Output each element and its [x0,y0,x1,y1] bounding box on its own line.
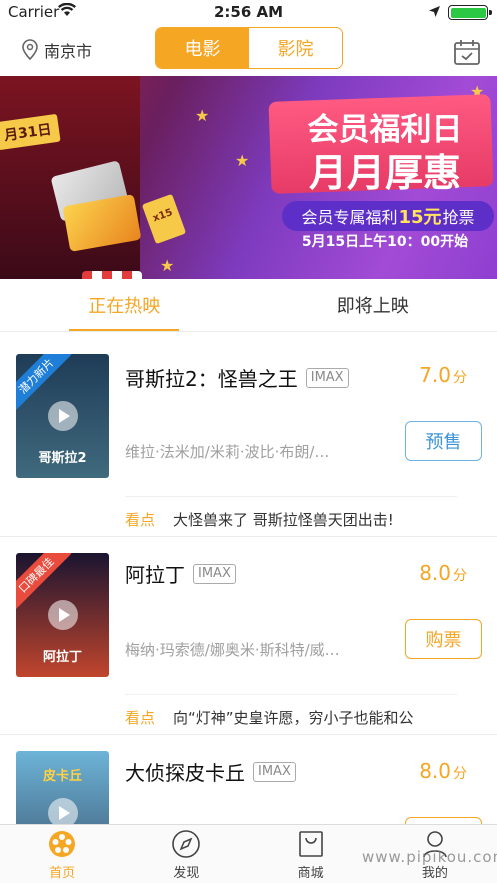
buy-ticket-button[interactable] [405,817,482,824]
highlight-text: 大怪兽来了 哥斯拉怪兽天团出击! [173,511,394,529]
movie-title: 阿拉丁 IMAX [125,559,236,588]
buy-ticket-button[interactable]: 购票 [405,619,482,659]
movie-poster[interactable]: 潜力新片 哥斯拉2 [16,354,109,478]
category-segmented-control: 电影 影院 [155,27,343,69]
popcorn-graphic [82,271,142,279]
tab-home[interactable]: 首页 [0,825,124,883]
movie-title-text: 阿拉丁 [125,563,185,587]
movie-title: 大侦探皮卡丘 IMAX [125,757,296,786]
movie-highlight: 看点 向“灯神”史皇许愿，穷小子也能和公 [125,694,457,728]
tab-coming-soon[interactable]: 即将上映 [249,279,497,331]
watermark: www.pipikou.com [362,848,497,866]
tab-discover[interactable]: 发现 [124,825,248,883]
shopping-bag-icon [298,831,323,857]
star-icon: ★ [160,256,175,275]
tab-now-showing[interactable]: 正在热映 [0,279,249,331]
banner-ticket-graphic: x15 [141,193,187,245]
score-unit: 分 [453,568,467,584]
highlight-text: 向“灯神”史皇许愿，穷小子也能和公 [173,709,414,727]
star-icon: ★ [195,106,210,125]
movie-cast: 维拉·法米加/米莉·波比·布朗/… [125,443,330,461]
banner-schedule: 5月15日上午10：00开始 [301,234,469,250]
score-value: 8.0 [419,561,451,585]
location-arrow-icon [428,4,441,22]
battery-icon [448,5,492,20]
format-badge: IMAX [253,761,296,782]
score-unit: 分 [453,370,467,386]
calendar-icon[interactable] [453,38,481,70]
movie-list-item[interactable]: 潜力新片 哥斯拉2 哥斯拉2：怪兽之王 IMAX 7.0 分 维拉·法米加/米莉·… [0,332,497,548]
star-icon: ★ [235,151,250,170]
tab-label: 首页 [49,866,76,881]
segment-movies[interactable]: 电影 [156,28,249,68]
score-value: 8.0 [419,759,451,783]
film-reel-icon [49,831,76,857]
movie-title-text: 哥斯拉2：怪兽之王 [125,367,298,391]
city-selector[interactable]: 南京市 [20,38,92,62]
format-badge: IMAX [193,563,236,584]
status-bar: Carrier 2:56 AM [0,0,497,24]
poster-title: 皮卡丘 [42,769,82,784]
movie-poster[interactable]: 口碑最佳 阿拉丁 [16,553,109,677]
clock: 2:56 AM [213,3,284,21]
movie-poster[interactable]: 皮卡丘 [16,751,109,824]
tab-store[interactable]: 商城 [249,825,373,883]
movie-score: 7.0 分 [419,363,467,387]
banner-title-line2: 月月厚惠 [308,151,461,195]
ribbon-prefix: 会员专属福利 [301,208,398,227]
movie-list-item[interactable]: 皮卡丘 大侦探皮卡丘 IMAX 8.0 分 [0,735,497,824]
movie-list-item[interactable]: 口碑最佳 阿拉丁 阿拉丁 IMAX 8.0 分 梅纳·玛索德/娜奥米·斯科特/威…… [0,537,497,747]
segment-cinemas[interactable]: 影院 [249,28,342,68]
tab-label: 商城 [297,866,324,881]
highlight-label: 看点 [125,709,156,727]
movie-title: 哥斯拉2：怪兽之王 IMAX [125,363,349,392]
play-icon[interactable] [48,401,78,431]
movie-title-text: 大侦探皮卡丘 [125,761,245,785]
banner-ribbon: 会员专属福利 15元 抢票 [282,201,494,231]
battery-level [450,7,486,18]
city-name: 南京市 [44,42,93,61]
movie-tabs: 正在热映 即将上映 [0,279,497,332]
ribbon-highlight: 15元 [398,207,442,228]
movie-score: 8.0 分 [419,759,467,783]
play-icon[interactable] [48,798,78,824]
poster-title: 阿拉丁 [42,650,82,665]
movie-score: 8.0 分 [419,561,467,585]
highlight-label: 看点 [125,511,156,529]
movie-cast: 梅纳·玛索德/娜奥米·斯科特/威… [125,641,340,659]
movie-highlight: 看点 大怪兽来了 哥斯拉怪兽天团出击! [125,496,457,530]
format-badge: IMAX [305,367,349,388]
score-unit: 分 [453,766,467,782]
tab-label: 发现 [173,866,200,881]
play-icon[interactable] [48,600,78,630]
nav-bar: 南京市 电影 影院 [0,24,497,76]
score-value: 7.0 [419,363,451,387]
location-pin-icon [22,39,38,61]
poster-title: 哥斯拉2 [38,451,87,466]
ribbon-suffix: 抢票 [442,208,475,227]
compass-icon [172,830,201,858]
presale-button[interactable]: 预售 [405,421,482,461]
promo-banner[interactable]: 月31日 x15 ★ ★ ★ ★ 会员福利日 月月厚惠 会员专属福利 15元 抢票 … [0,76,497,279]
